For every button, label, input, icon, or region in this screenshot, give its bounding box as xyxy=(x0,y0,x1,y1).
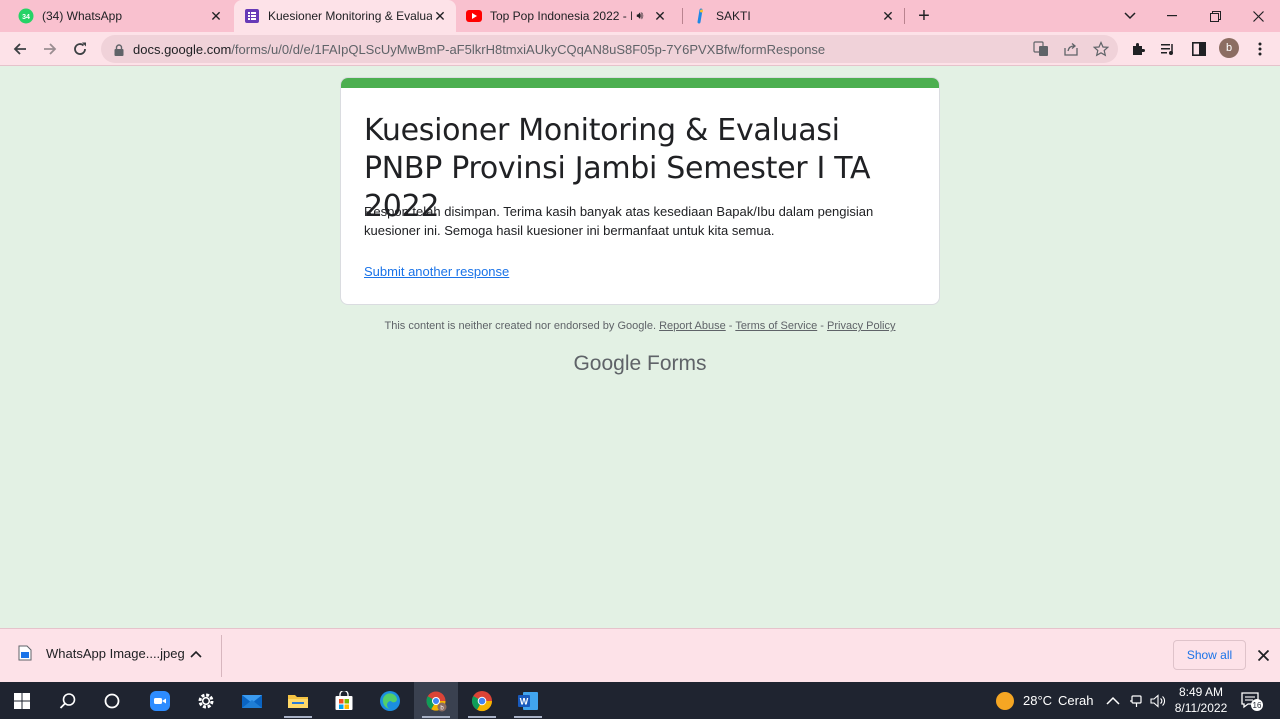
tab-title: SAKTI xyxy=(716,9,751,23)
tab-title: Top Pop Indonesia 2022 - Ka xyxy=(490,9,632,23)
extensions-icon[interactable] xyxy=(1128,39,1148,59)
forms-wordmark: Forms xyxy=(647,352,707,375)
close-tab-icon[interactable]: ✕ xyxy=(880,8,896,24)
translate-icon[interactable] xyxy=(1033,41,1049,57)
chevron-up-icon[interactable] xyxy=(190,647,202,661)
clock-time: 8:49 AM xyxy=(1178,685,1224,699)
chrome-profile-b-icon[interactable]: b xyxy=(414,682,458,719)
browser-toolbar: docs.google.com/forms/u/0/d/e/1FAIpQLScU… xyxy=(0,32,1280,66)
system-clock[interactable]: 8:49 AM 8/11/2022 xyxy=(1166,684,1236,716)
disclaimer-text: This content is neither created nor endo… xyxy=(384,320,657,332)
tab-title: (34) WhatsApp xyxy=(42,9,123,23)
terms-of-service-link[interactable]: Terms of Service xyxy=(735,320,817,332)
svg-text:16: 16 xyxy=(1253,701,1262,710)
share-icon[interactable] xyxy=(1063,41,1079,57)
download-file-name: WhatsApp Image....jpeg xyxy=(46,645,185,661)
back-icon[interactable] xyxy=(7,36,33,62)
weather-temp: 28°C xyxy=(1023,693,1053,708)
submit-another-response-link[interactable]: Submit another response xyxy=(364,264,509,279)
profile-avatar[interactable]: b xyxy=(1219,38,1239,58)
show-hidden-icons-icon[interactable] xyxy=(1106,682,1120,719)
sun-icon xyxy=(996,691,1014,710)
sakti-icon xyxy=(692,8,708,24)
tab-search-icon[interactable] xyxy=(1108,0,1152,32)
footer-disclaimer: This content is neither created nor endo… xyxy=(340,320,940,332)
url-domain: docs.google.com xyxy=(133,41,232,57)
whatsapp-icon: 34 xyxy=(18,8,34,24)
close-window-icon[interactable] xyxy=(1236,0,1280,32)
volume-icon[interactable] xyxy=(1150,682,1166,719)
chrome-icon[interactable] xyxy=(460,682,504,719)
image-file-icon xyxy=(18,645,32,661)
close-tab-icon[interactable]: ✕ xyxy=(208,8,224,24)
edge-browser-icon[interactable] xyxy=(368,682,412,719)
reload-icon[interactable] xyxy=(67,36,93,62)
report-abuse-link[interactable]: Report Abuse xyxy=(659,320,726,332)
tab-title: Kuesioner Monitoring & Evaluasi xyxy=(268,9,432,23)
windows-taskbar: b W 28°C Cerah 8:49 AM 8/11/2022 16 xyxy=(0,682,1280,719)
tab-kuesioner[interactable]: Kuesioner Monitoring & Evaluasi ✕ xyxy=(234,0,456,32)
tab-sakti[interactable]: SAKTI ✕ xyxy=(684,0,904,32)
close-tab-icon[interactable]: ✕ xyxy=(432,8,448,24)
minimize-icon[interactable] xyxy=(1150,0,1194,32)
side-panel-icon[interactable] xyxy=(1189,39,1209,59)
privacy-policy-link[interactable]: Privacy Policy xyxy=(827,320,895,332)
settings-gear-icon[interactable] xyxy=(184,682,228,719)
audio-playing-icon[interactable]: 🔊︎ xyxy=(632,8,648,24)
weather-widget[interactable]: 28°C Cerah xyxy=(996,682,1093,719)
tab-strip: 34 (34) WhatsApp ✕ Kuesioner Monitoring … xyxy=(0,0,1280,32)
url-text: docs.google.com/forms/u/0/d/e/1FAIpQLScU… xyxy=(133,42,825,57)
address-bar[interactable]: docs.google.com/forms/u/0/d/e/1FAIpQLScU… xyxy=(101,35,1118,63)
media-control-icon[interactable] xyxy=(1158,39,1178,59)
separator: - xyxy=(725,320,736,332)
microsoft-store-icon[interactable] xyxy=(322,682,366,719)
svg-text:W: W xyxy=(520,696,529,706)
form-accent-bar xyxy=(341,78,939,88)
youtube-icon xyxy=(466,8,482,24)
separator: - xyxy=(817,320,828,332)
tab-whatsapp[interactable]: 34 (34) WhatsApp ✕ xyxy=(0,0,232,32)
svg-text:34: 34 xyxy=(22,14,30,21)
google-wordmark: Google xyxy=(573,352,642,375)
close-download-bar-icon[interactable] xyxy=(1253,645,1273,665)
download-separator xyxy=(221,635,222,677)
show-all-button[interactable]: Show all xyxy=(1173,640,1246,670)
clock-date: 8/11/2022 xyxy=(1174,701,1228,715)
word-icon[interactable]: W xyxy=(506,682,550,719)
menu-icon[interactable] xyxy=(1250,39,1270,59)
zoom-icon[interactable] xyxy=(138,682,182,719)
tab-youtube[interactable]: Top Pop Indonesia 2022 - Ka 🔊︎ ✕ xyxy=(458,0,680,32)
download-item[interactable]: WhatsApp Image....jpeg xyxy=(18,645,185,661)
task-view-icon[interactable] xyxy=(90,682,134,719)
search-icon[interactable] xyxy=(46,682,90,719)
google-forms-logo[interactable]: Google Forms xyxy=(540,352,740,376)
bookmark-star-icon[interactable] xyxy=(1093,41,1109,57)
close-tab-icon[interactable]: ✕ xyxy=(652,8,668,24)
restore-icon[interactable] xyxy=(1193,0,1237,32)
lock-icon[interactable] xyxy=(113,43,125,56)
network-icon[interactable] xyxy=(1130,682,1144,719)
forward-icon[interactable] xyxy=(37,36,63,62)
weather-description: Cerah xyxy=(1058,693,1094,708)
confirmation-message: Respon telah disimpan. Terima kasih bany… xyxy=(364,204,874,238)
form-response-card: Kuesioner Monitoring & Evaluasi PNBP Pro… xyxy=(340,77,940,305)
download-bar: WhatsApp Image....jpeg Show all xyxy=(0,628,1280,682)
new-tab-button[interactable]: + xyxy=(912,4,936,28)
file-explorer-icon[interactable] xyxy=(276,682,320,719)
mail-icon[interactable] xyxy=(230,682,274,719)
url-path: /forms/u/0/d/e/1FAIpQLScUyMwBmP-aF5lkrH8… xyxy=(231,41,826,57)
google-forms-icon xyxy=(244,8,260,24)
windows-start-icon[interactable] xyxy=(0,682,44,719)
tab-separator xyxy=(904,8,905,24)
tab-separator xyxy=(682,8,683,24)
notification-center-icon[interactable]: 16 xyxy=(1240,682,1266,719)
